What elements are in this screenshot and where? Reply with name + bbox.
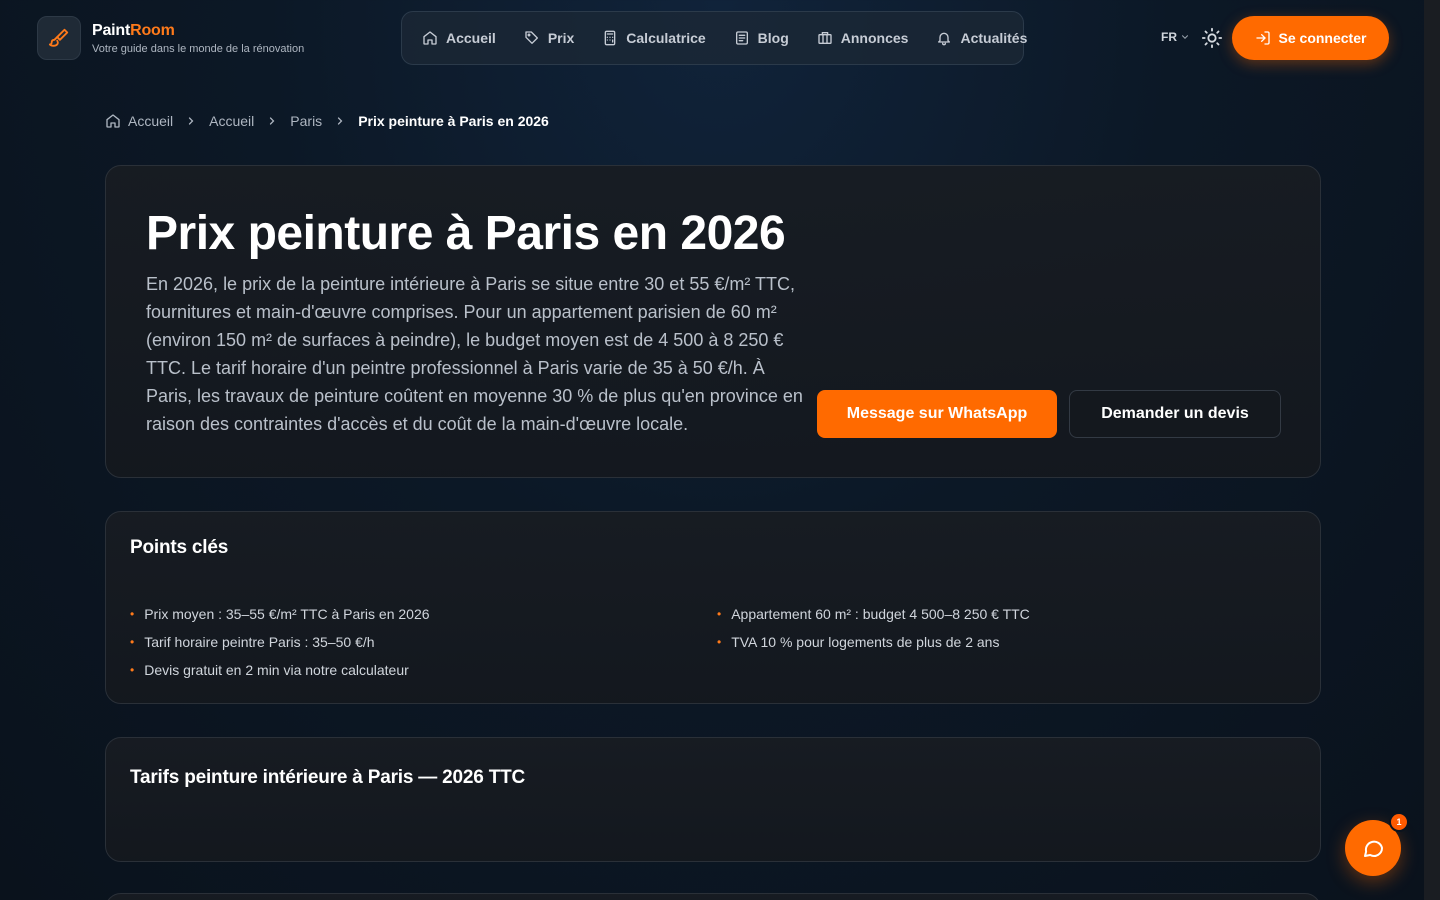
- keypoints-card: Points clés • Prix moyen : 35–55 €/m² TTC…: [105, 511, 1321, 704]
- nav-label: Blog: [757, 30, 789, 46]
- hero-intro: En 2026, le prix de la peinture intérieu…: [146, 274, 803, 434]
- whatsapp-button[interactable]: Message sur WhatsApp: [817, 390, 1057, 438]
- building-icon: [818, 31, 832, 44]
- list-item: • Devis gratuit en 2 min via notre calcul…: [130, 660, 430, 688]
- login-label: Se connecter: [1278, 30, 1367, 46]
- breadcrumb-current: Prix peinture à Paris en 2026: [358, 113, 549, 129]
- keypoint-text: TVA 10 % pour logements de plus de 2 ans: [731, 634, 1000, 650]
- chevron-right-icon: [338, 117, 343, 125]
- page-title: Prix peinture à Paris en 2026: [146, 207, 786, 260]
- chevron-right-icon: [270, 117, 275, 125]
- chat-notification-badge: 1: [1389, 812, 1409, 832]
- nav-label: Annonces: [840, 30, 909, 46]
- nav-item-calculatrice[interactable]: Calculatrice: [602, 30, 706, 46]
- next-section-card: [105, 893, 1321, 900]
- chat-bubble-icon: [1364, 840, 1383, 857]
- breadcrumb-accueil[interactable]: Accueil: [209, 113, 254, 129]
- list-item: • TVA 10 % pour logements de plus de 2 an…: [717, 632, 1030, 660]
- language-label: FR: [1161, 30, 1177, 44]
- breadcrumb-label: Accueil: [128, 113, 174, 129]
- keypoint-text: Devis gratuit en 2 min via notre calcula…: [144, 662, 409, 678]
- bullet-icon: •: [130, 607, 135, 621]
- tarifs-title: Tarifs peinture intérieure à Paris — 202…: [130, 767, 526, 788]
- sun-icon[interactable]: [1201, 27, 1223, 49]
- login-icon: [1255, 31, 1270, 45]
- tarifs-card: Tarifs peinture intérieure à Paris — 202…: [105, 737, 1321, 862]
- nav-label: Actualités: [960, 30, 1028, 46]
- nav-label: Calculatrice: [626, 30, 706, 46]
- bell-icon: [938, 32, 951, 46]
- hero-card: Prix peinture à Paris en 2026 En 2026, l…: [105, 165, 1321, 478]
- nav-item-blog[interactable]: Blog: [734, 30, 789, 46]
- list-item: • Tarif horaire peintre Paris : 35–50 €/h: [130, 632, 430, 660]
- brand-tagline: Votre guide dans le monde de la rénovati…: [92, 43, 305, 55]
- keypoints-list-right: • Appartement 60 m² : budget 4 500–8 250 …: [717, 604, 1030, 660]
- nav-item-annonces[interactable]: Annonces: [817, 30, 909, 46]
- breadcrumb-home[interactable]: Accueil: [105, 113, 173, 129]
- keypoints-title: Points clés: [130, 537, 229, 558]
- bullet-icon: •: [717, 607, 722, 621]
- breadcrumb-paris[interactable]: Paris: [290, 113, 322, 129]
- nav-label: Accueil: [446, 30, 496, 46]
- chevron-down-icon: [1181, 35, 1189, 39]
- brand[interactable]: PaintRoom Votre guide dans le monde de l…: [92, 22, 304, 55]
- list-item: • Prix moyen : 35–55 €/m² TTC à Paris en …: [130, 604, 430, 632]
- main-nav: Accueil Prix Calculatrice Blog Annonces …: [401, 11, 1027, 65]
- request-quote-button[interactable]: Demander un devis: [1069, 390, 1281, 438]
- logo-brush-icon[interactable]: [37, 16, 81, 60]
- chevron-right-icon: [189, 117, 194, 125]
- bullet-icon: •: [130, 663, 135, 677]
- scrollbar[interactable]: [1424, 0, 1440, 900]
- breadcrumb: Accueil Accueil Paris Prix peinture à Pa…: [105, 113, 549, 129]
- newspaper-icon: [735, 31, 748, 45]
- nav-label: Prix: [547, 30, 575, 46]
- keypoint-text: Appartement 60 m² : budget 4 500–8 250 €…: [731, 606, 1030, 622]
- calculator-icon: [604, 30, 616, 46]
- language-selector[interactable]: FR: [1161, 30, 1190, 44]
- bullet-icon: •: [717, 635, 722, 649]
- bullet-icon: •: [130, 635, 135, 649]
- site-header: PaintRoom Votre guide dans le monde de l…: [0, 0, 1424, 76]
- login-button[interactable]: Se connecter: [1232, 16, 1389, 60]
- nav-item-actualites[interactable]: Actualités: [936, 30, 1027, 46]
- tag-icon: [525, 31, 538, 44]
- home-icon: [423, 31, 437, 45]
- keypoints-list-left: • Prix moyen : 35–55 €/m² TTC à Paris en …: [130, 604, 430, 688]
- nav-item-accueil[interactable]: Accueil: [422, 30, 496, 46]
- keypoint-text: Prix moyen : 35–55 €/m² TTC à Paris en 2…: [144, 606, 430, 622]
- brand-name: PaintRoom: [92, 22, 175, 39]
- list-item: • Appartement 60 m² : budget 4 500–8 250 …: [717, 604, 1030, 632]
- nav-item-prix[interactable]: Prix: [524, 30, 574, 46]
- home-icon: [106, 114, 120, 128]
- keypoint-text: Tarif horaire peintre Paris : 35–50 €/h: [144, 634, 375, 650]
